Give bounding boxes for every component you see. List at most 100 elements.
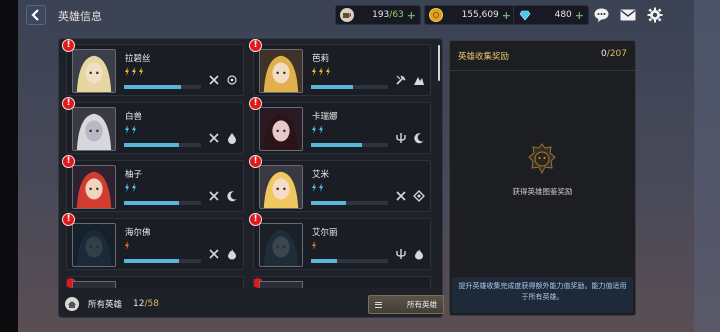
moon-icon (413, 132, 425, 144)
gem-counter[interactable]: 480 + (513, 5, 589, 25)
swords-icon (208, 132, 220, 144)
hero-star-rating (124, 67, 144, 76)
star-icon (125, 241, 129, 250)
fire-icon (413, 248, 425, 260)
hero-portrait (259, 281, 303, 288)
hero-card[interactable]: ! 柚子 (62, 155, 244, 212)
star-icon (312, 67, 316, 76)
swords-icon (208, 74, 220, 86)
mail-button[interactable] (618, 5, 638, 25)
hero-name: 芭莉 (312, 54, 330, 64)
hero-progress-fill (124, 259, 180, 263)
hero-progress-bar (311, 259, 388, 263)
drop-icon (226, 132, 238, 144)
settings-button[interactable] (645, 5, 665, 25)
hero-progress-fill (311, 143, 362, 147)
stamina-counter[interactable]: 193/63 + (335, 5, 421, 25)
page-title: 英雄信息 (58, 10, 102, 23)
gem-add-button[interactable]: + (575, 9, 584, 22)
trident-icon (395, 132, 407, 144)
swords-icon (208, 248, 220, 260)
hero-portrait (259, 165, 303, 209)
alert-badge: ! (62, 39, 75, 52)
hero-role-icons (208, 74, 238, 86)
hero-portrait (72, 223, 116, 267)
hero-star-rating (124, 241, 130, 250)
hero-star-rating (124, 183, 137, 192)
alert-badge: ! (249, 155, 262, 168)
hero-card[interactable]: ! 卡瑞娜 (249, 97, 431, 154)
hero-portrait (259, 49, 303, 93)
hero-card[interactable]: ! 艾米 (249, 155, 431, 212)
reward-description: 提升英雄收集完成度获得额外能力值奖励。能力值适用于所有英雄。 (452, 277, 633, 313)
device-bezel (0, 0, 18, 332)
hero-card-partial[interactable] (66, 276, 244, 288)
star-icon (132, 67, 136, 76)
chat-button[interactable] (591, 5, 611, 25)
hero-card[interactable]: ! 艾尔丽 (249, 213, 431, 270)
hero-star-rating (311, 241, 317, 250)
hero-name: 海尔佛 (125, 228, 151, 238)
reward-title: 英雄收集奖励 (458, 52, 510, 62)
filter-dropdown[interactable]: 所有英雄 (368, 295, 444, 314)
gold-counter[interactable]: 155,609 + (424, 5, 516, 25)
gold-coin-icon (429, 8, 443, 22)
diamond-icon (413, 190, 425, 202)
alert-badge: ! (62, 213, 75, 226)
hero-progress-bar (311, 85, 388, 89)
stamina-add-button[interactable]: + (407, 9, 416, 22)
hero-progress-bar (311, 143, 388, 147)
reward-header: 英雄收集奖励 0/207 (450, 41, 635, 71)
star-icon (139, 67, 143, 76)
reward-count-max: /207 (606, 49, 627, 59)
hero-role-icons (395, 190, 425, 202)
hero-name: 白兽 (125, 112, 143, 122)
hero-name: 艾米 (312, 170, 330, 180)
collection-reward-panel: 英雄收集奖励 0/207 获得英雄图鉴奖励 提升英雄收集完成度获得额外能力值奖励… (449, 40, 636, 316)
hero-star-rating (311, 125, 324, 134)
chevron-left-icon (31, 9, 39, 21)
stamina-current: 193 (372, 10, 390, 20)
hero-name: 柚子 (125, 170, 143, 180)
gem-icon (518, 8, 532, 22)
hero-portrait-art (73, 108, 115, 150)
background-edge (694, 0, 720, 332)
alert-badge: ! (249, 97, 262, 110)
menu-lines-icon (375, 301, 382, 308)
reward-count: 0/207 (601, 49, 627, 59)
gold-add-button[interactable]: + (502, 9, 511, 22)
scrollbar[interactable] (438, 45, 440, 81)
hero-emblem-icon (528, 143, 556, 175)
hero-card[interactable]: ! 白兽 (62, 97, 244, 154)
star-icon (326, 67, 330, 76)
hero-portrait (72, 49, 116, 93)
hero-progress-fill (311, 201, 347, 205)
hero-role-icons (395, 132, 425, 144)
gold-current: 155,609 (461, 10, 499, 20)
star-icon (132, 183, 136, 192)
hero-portrait-art (260, 166, 302, 208)
moon-icon (226, 190, 238, 202)
hero-portrait (259, 107, 303, 151)
back-button[interactable] (26, 5, 46, 25)
star-icon (312, 241, 316, 250)
hero-card[interactable]: ! 海尔佛 (62, 213, 244, 270)
hero-card-partial[interactable] (253, 276, 431, 288)
target-icon (226, 74, 238, 86)
hero-card[interactable]: ! 芭莉 (249, 39, 431, 96)
mountain-icon (413, 74, 425, 86)
stamina-max: /63 (389, 10, 404, 20)
hero-progress-bar (124, 85, 201, 89)
alert-badge: ! (62, 97, 75, 110)
hero-name: 卡瑞娜 (312, 112, 338, 122)
star-icon (125, 183, 129, 192)
hero-role-icons (208, 190, 238, 202)
gold-value: 155,609 (447, 10, 502, 20)
hero-progress-bar (124, 259, 201, 263)
hero-card[interactable]: ! 拉碧丝 (62, 39, 244, 96)
hero-count-bar: 所有英雄 12/58 (64, 296, 159, 312)
hero-role-icons (208, 132, 238, 144)
filter-label: 所有英雄 (407, 300, 437, 309)
hero-portrait-art (260, 50, 302, 92)
alert-badge: ! (62, 155, 75, 168)
